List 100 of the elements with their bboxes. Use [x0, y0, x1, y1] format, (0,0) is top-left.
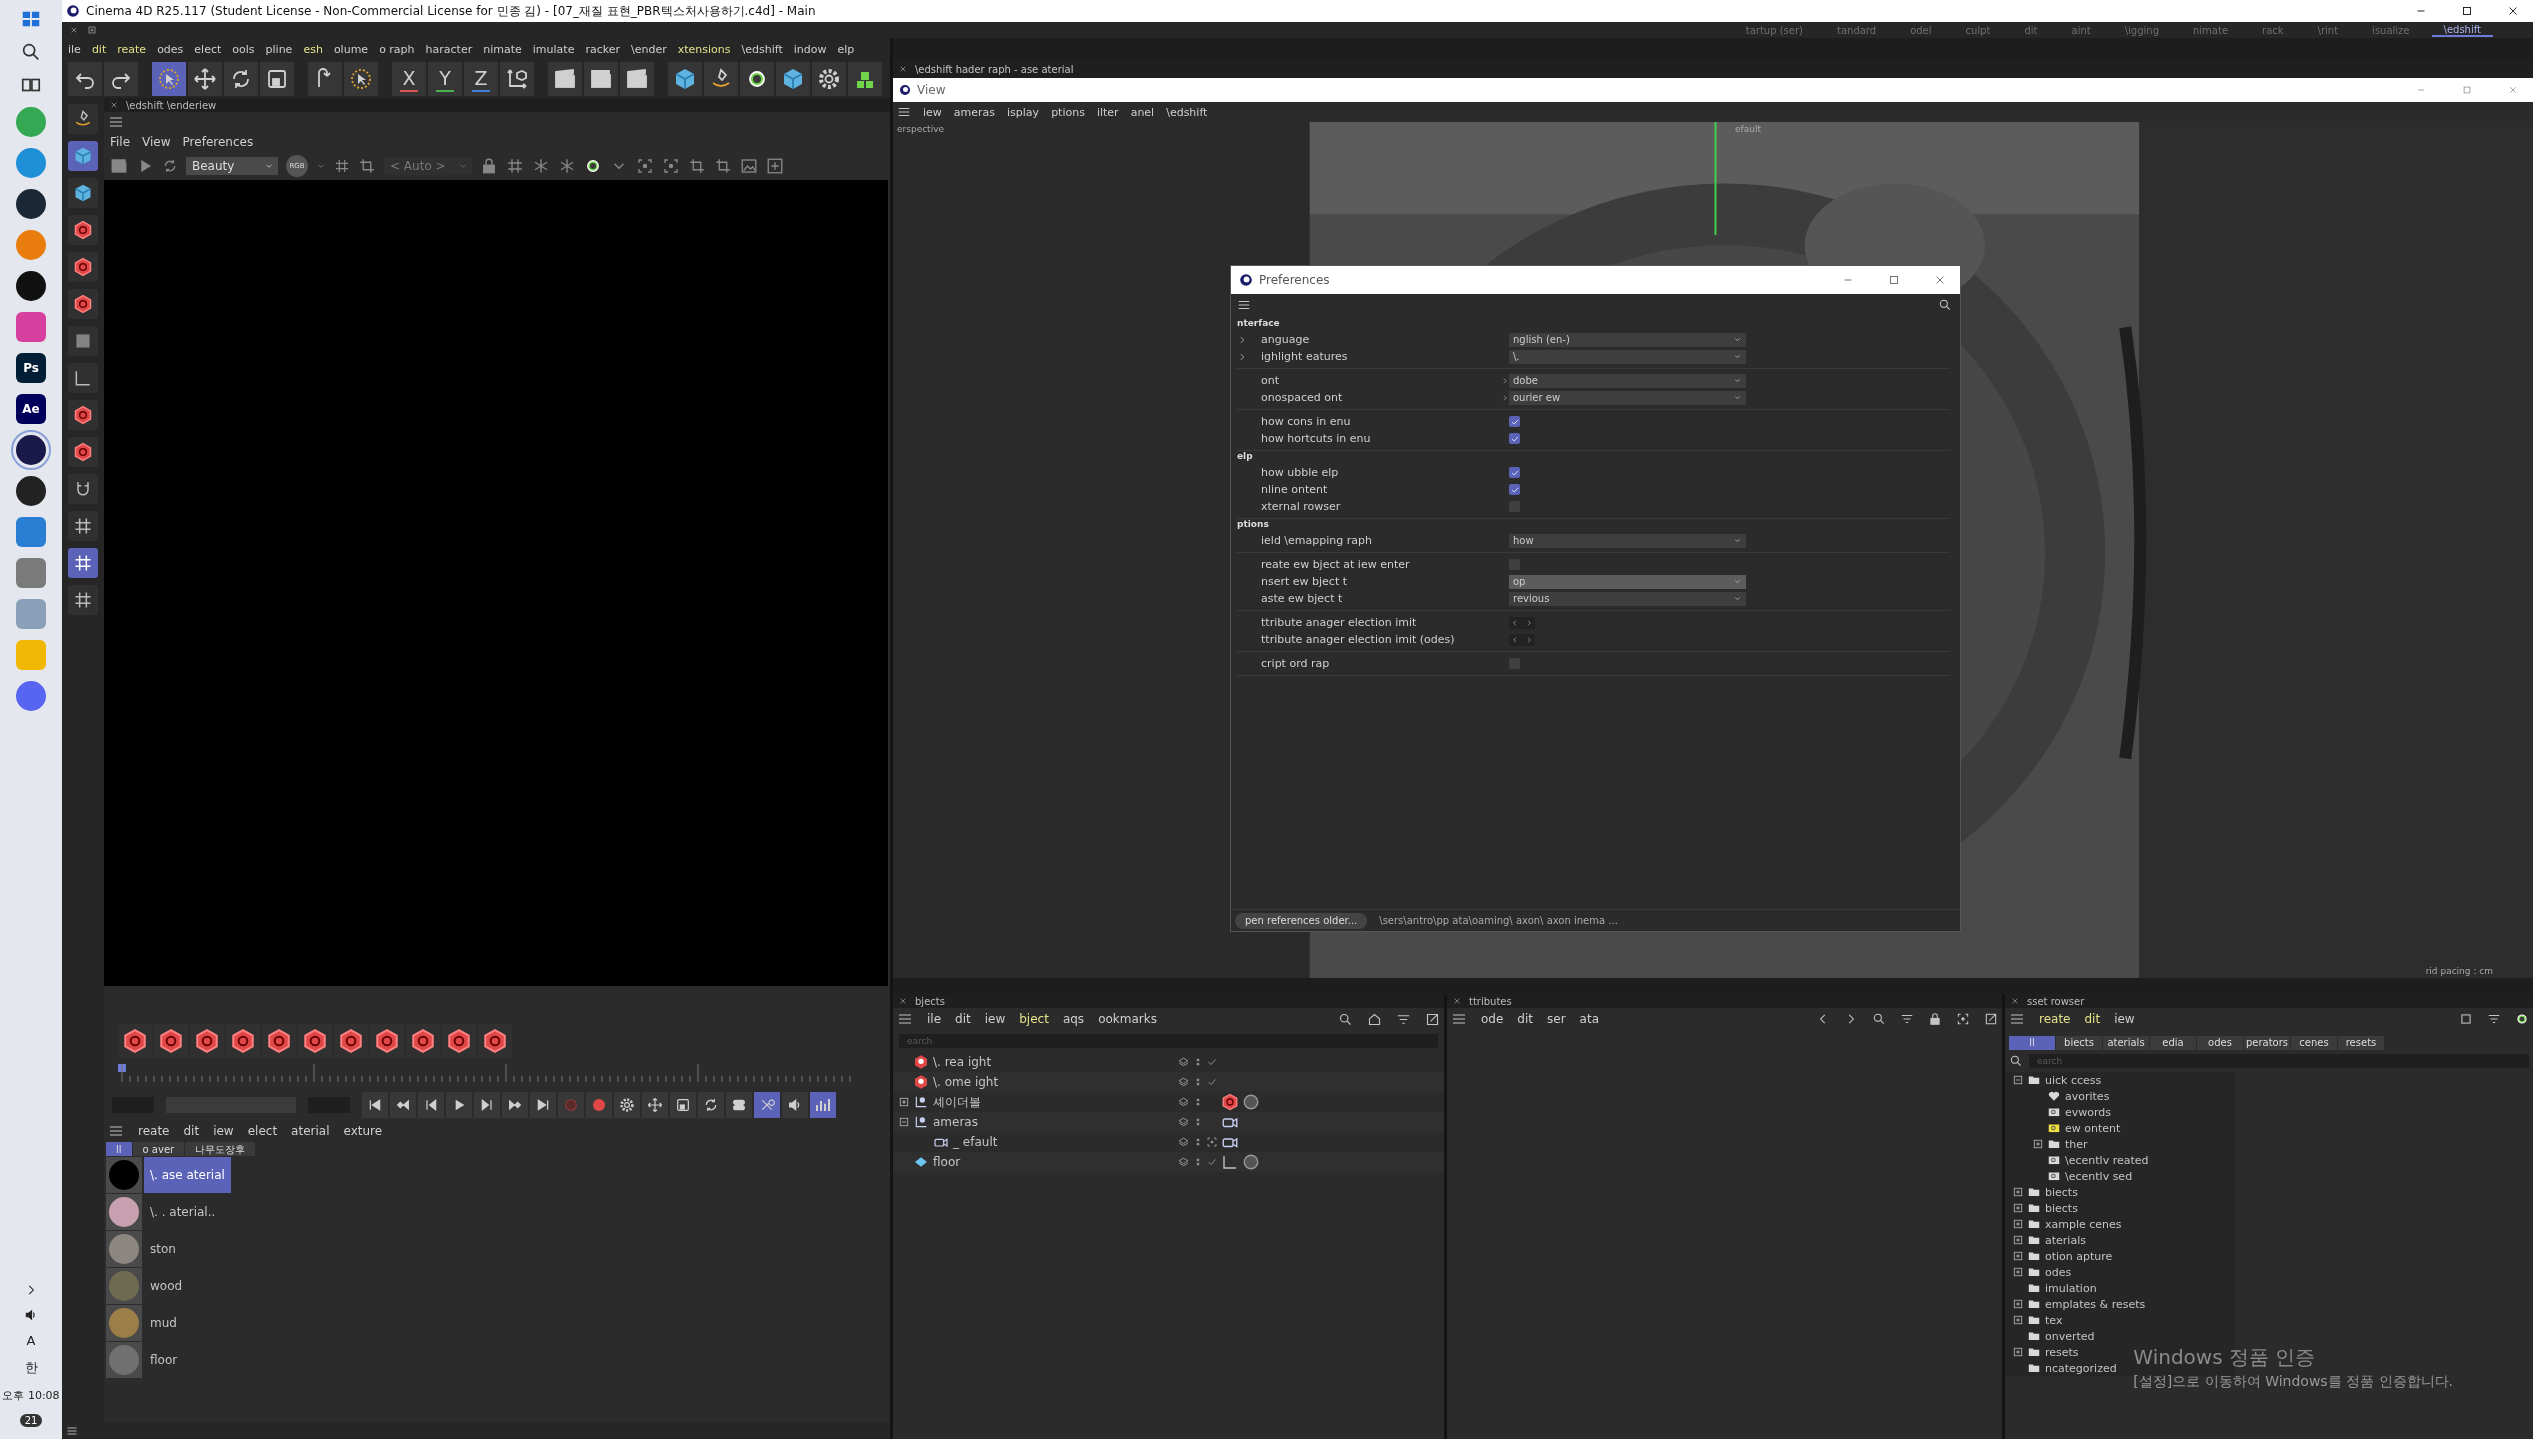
menu-item[interactable]: Preferences — [182, 135, 254, 149]
clock[interactable]: 오후 10:08 — [2, 1388, 60, 1403]
menu-item[interactable]: haracter — [425, 42, 473, 56]
dropdown[interactable]: op — [1509, 574, 1746, 589]
tree-item[interactable]: xample cenes — [2045, 1217, 2122, 1231]
tab[interactable]: odes — [2197, 1036, 2243, 1050]
axis-button[interactable]: Y — [428, 62, 462, 96]
material-name[interactable]: \. ase aterial — [144, 1156, 231, 1193]
menu-item[interactable]: odes — [157, 42, 184, 56]
menu-item[interactable]: \ender — [631, 42, 667, 56]
panel-tab[interactable]: \edshift hader raph - ase aterial — [915, 63, 1074, 75]
panel-tab[interactable]: ttributes — [1469, 995, 1512, 1007]
menu-item[interactable]: pline — [265, 42, 293, 56]
tree-item[interactable]: imulation — [2045, 1281, 2097, 1295]
menu-item[interactable]: esh — [303, 42, 323, 56]
tab[interactable]: aterials — [2103, 1036, 2149, 1050]
menu-item[interactable]: reate — [2039, 1012, 2071, 1026]
menu-item[interactable]: exture — [343, 1124, 383, 1138]
dropdown[interactable]: \. — [1509, 349, 1746, 364]
axis-button[interactable]: X — [392, 62, 426, 96]
tree-item[interactable]: resets — [2045, 1345, 2079, 1359]
menu-item[interactable]: elp — [837, 42, 855, 56]
dropdown[interactable]: nglish (en-) — [1509, 332, 1746, 347]
tab[interactable]: 나무도장후 — [185, 1142, 256, 1156]
menu-item[interactable]: imulate — [532, 42, 575, 56]
menu-item[interactable]: xtensions — [677, 42, 731, 56]
dropdown[interactable]: ourier ew — [1509, 390, 1746, 405]
tab[interactable]: resets — [2338, 1036, 2384, 1050]
menu-item[interactable]: ilter — [1096, 105, 1119, 119]
open-folder-button[interactable]: pen references older... — [1235, 912, 1368, 929]
panel-tab[interactable]: \edshift \enderiew — [126, 99, 217, 111]
input-indicator[interactable]: 한 — [24, 1359, 38, 1377]
object-name[interactable]: ameras — [933, 1115, 978, 1129]
tree-item[interactable]: onverted — [2045, 1329, 2095, 1343]
tree-item[interactable]: tex — [2045, 1313, 2063, 1327]
tree-item[interactable]: otion apture — [2045, 1249, 2113, 1263]
tab[interactable]: biects — [2056, 1036, 2102, 1050]
object-name[interactable]: 셰이더볼 — [933, 1093, 981, 1111]
menu-item[interactable]: ameras — [953, 105, 996, 119]
dropdown[interactable]: how — [1509, 533, 1746, 548]
menu-item[interactable]: dit — [955, 1012, 971, 1026]
material-name[interactable]: wood — [144, 1267, 189, 1304]
material-name[interactable]: floor — [144, 1341, 184, 1378]
tree-item[interactable]: avorites — [2065, 1089, 2110, 1103]
menu-item[interactable]: ser — [1547, 1012, 1566, 1026]
menu-item[interactable]: elect — [194, 42, 222, 56]
menu-item[interactable]: dit — [183, 1124, 200, 1138]
tree-item[interactable]: odes — [2045, 1265, 2072, 1279]
input-indicator[interactable]: A — [26, 1333, 36, 1348]
tree-item[interactable]: ew ontent — [2065, 1121, 2121, 1135]
tab[interactable]: perators — [2244, 1036, 2290, 1050]
menu-item[interactable]: o raph — [379, 42, 415, 56]
object-name[interactable]: floor — [933, 1155, 961, 1169]
tree-item[interactable]: evwords — [2065, 1105, 2112, 1119]
menu-item[interactable]: ools — [232, 42, 255, 56]
tree-item[interactable]: ther — [2065, 1137, 2088, 1151]
app-icon[interactable]: Ae — [16, 394, 46, 424]
aov-dropdown[interactable]: Beauty — [186, 157, 278, 175]
menu-item[interactable]: bject — [1019, 1012, 1049, 1026]
menu-item[interactable]: indow — [793, 42, 827, 56]
tree-item[interactable]: biects — [2045, 1201, 2078, 1215]
menu-item[interactable]: iew — [923, 105, 942, 119]
object-name[interactable]: \. rea ight — [933, 1055, 992, 1069]
layout-tab[interactable]: \edshift — [2431, 23, 2493, 37]
panel-tab[interactable]: bjects — [915, 995, 945, 1007]
menu-item[interactable]: iew — [984, 1012, 1006, 1026]
menu-item[interactable]: dit — [1517, 1012, 1533, 1026]
menu-item[interactable]: isplay — [1007, 105, 1040, 119]
menu-item[interactable]: iew — [2114, 1012, 2135, 1026]
notification-badge[interactable]: 21 — [19, 1414, 43, 1427]
menu-item[interactable]: racker — [585, 42, 620, 56]
menu-item[interactable]: nimate — [483, 42, 522, 56]
tab[interactable]: o aver — [132, 1142, 185, 1156]
panel-tab[interactable]: sset rowser — [2027, 995, 2085, 1007]
menu-item[interactable]: \edshift — [1166, 105, 1208, 119]
menu-item[interactable]: aqs — [1062, 1012, 1085, 1026]
tab[interactable]: ll — [2009, 1036, 2055, 1050]
menu-item[interactable]: ookmarks — [1098, 1012, 1157, 1026]
axis-button[interactable]: Z — [464, 62, 498, 96]
tab[interactable]: cenes — [2291, 1036, 2337, 1050]
menu-item[interactable]: olume — [333, 42, 369, 56]
menu-item[interactable]: ode — [1481, 1012, 1504, 1026]
object-name[interactable]: _ efault — [953, 1135, 998, 1149]
tab[interactable]: ll — [106, 1142, 132, 1156]
tab[interactable]: edia — [2150, 1036, 2196, 1050]
tree-item[interactable]: \ecentlv sed — [2065, 1169, 2133, 1183]
menu-item[interactable]: File — [110, 135, 131, 149]
menu-item[interactable]: ptions — [1051, 105, 1085, 119]
menu-item[interactable]: \edshift — [741, 42, 783, 56]
menu-item[interactable]: ata — [1579, 1012, 1599, 1026]
material-name[interactable]: mud — [144, 1304, 183, 1341]
menu-item[interactable]: dit — [2084, 1012, 2101, 1026]
menu-item[interactable]: reate — [138, 1124, 170, 1138]
menu-item[interactable]: ile — [927, 1012, 942, 1026]
tree-item[interactable]: \ecentlv reated — [2065, 1153, 2149, 1167]
material-name[interactable]: ston — [144, 1230, 182, 1267]
dropdown[interactable]: revious — [1509, 591, 1746, 606]
menu-item[interactable]: aterial — [291, 1124, 330, 1138]
tree-item[interactable]: uick ccess — [2045, 1073, 2102, 1087]
menu-item[interactable]: dit — [91, 42, 107, 56]
